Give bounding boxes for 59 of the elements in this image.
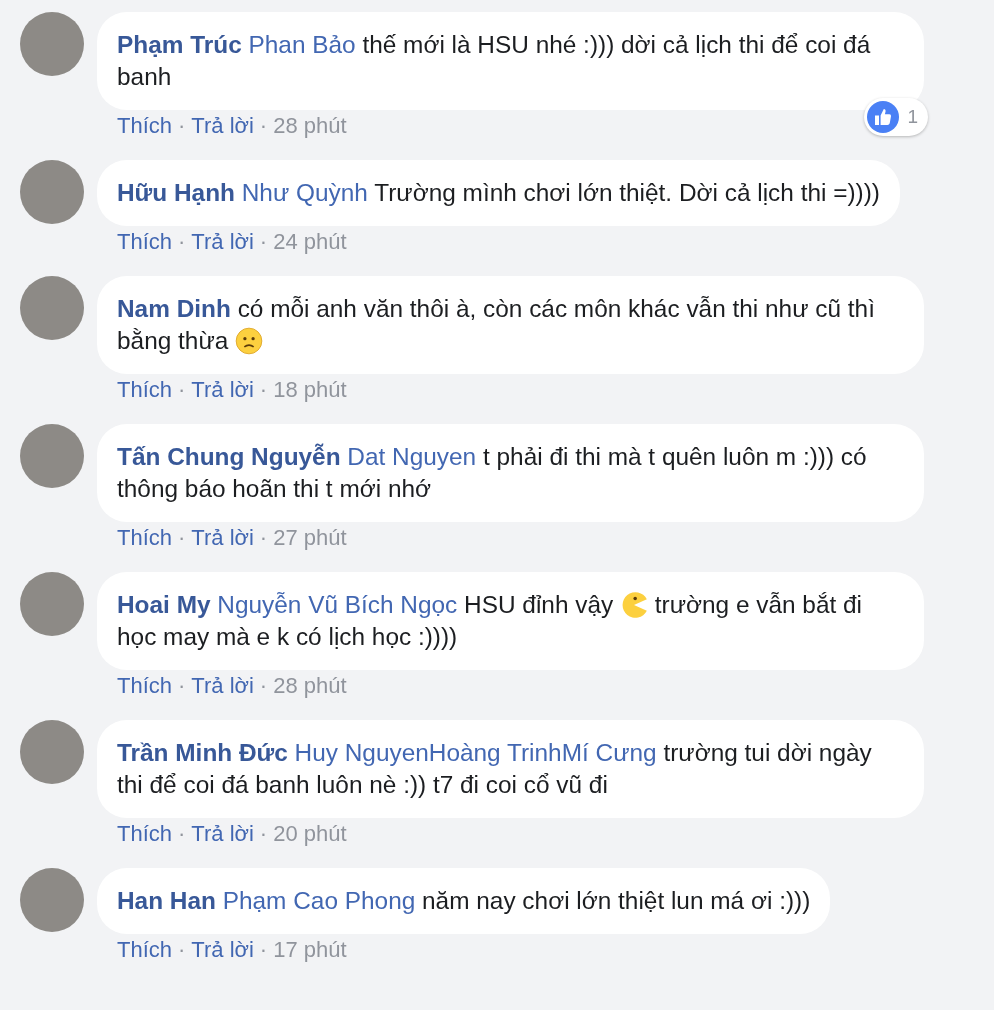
separator-dot: · bbox=[259, 112, 268, 140]
comment-time: 28 phút bbox=[273, 672, 347, 700]
separator-dot: · bbox=[178, 228, 186, 256]
separator-dot: · bbox=[259, 524, 268, 552]
author-link[interactable]: Nam Dinh bbox=[117, 295, 231, 322]
comment-action-link[interactable]: Trả lời bbox=[191, 818, 254, 850]
comment-action-link[interactable]: Thích bbox=[117, 522, 173, 554]
comment-action-link[interactable]: Thích bbox=[117, 374, 173, 406]
comment-time: 27 phút bbox=[273, 524, 347, 552]
comment-text: Hữu Hạnh Như Quỳnh Trường mình chơi lớn thiệt. Dời cả lịch thi =)))) bbox=[117, 178, 880, 208]
comment-action-link[interactable]: Thích bbox=[117, 934, 173, 966]
mention-link[interactable]: Nguyễn Vũ Bích Ngọc bbox=[217, 591, 458, 618]
separator-dot: · bbox=[178, 376, 186, 404]
separator-dot: · bbox=[178, 112, 186, 140]
author-link[interactable]: Hữu Hạnh bbox=[117, 179, 235, 206]
comment-time: 28 phút bbox=[273, 112, 347, 140]
comment-action-link[interactable]: Thích bbox=[117, 110, 173, 142]
comment-time: 20 phút bbox=[273, 820, 347, 848]
comment-text: Trần Minh Đức Huy NguyenHoàng TrinhMí Cưng trường tui dời ngày thi để coi đá banh luôn nè :)) t7 đi coi cổ vũ đi bbox=[117, 738, 873, 800]
comment-action-link[interactable]: Trả lời bbox=[191, 670, 254, 702]
author-link[interactable]: Tấn Chung Nguyễn bbox=[117, 443, 341, 470]
comment-action-link[interactable]: Trả lời bbox=[191, 226, 254, 258]
comment-action-link[interactable]: Thích bbox=[117, 226, 173, 258]
separator-dot: · bbox=[178, 936, 186, 964]
comment-action-link[interactable]: Trả lời bbox=[191, 374, 254, 406]
comment-text: Hoai My Nguyễn Vũ Bích Ngọc HSU đỉnh vậy trường e vẫn bắt đi học may mà e k có lịch học :)))) bbox=[117, 590, 863, 652]
comment-action-link[interactable]: Trả lời bbox=[191, 110, 254, 142]
reaction-badge[interactable]: 1 bbox=[864, 98, 928, 136]
author-link[interactable]: Han Han bbox=[117, 887, 216, 914]
comment-time: 17 phút bbox=[273, 936, 347, 964]
comment-action-link[interactable]: Thích bbox=[117, 818, 173, 850]
mention-link[interactable]: Huy NguyenHoàng TrinhMí Cưng bbox=[294, 739, 657, 766]
comment-text: Tấn Chung Nguyễn Dat Nguyen t phải đi thi mà t quên luôn m :))) có thông báo hoãn thi t mới nhớ bbox=[117, 442, 868, 504]
mention-link[interactable]: Dat Nguyen bbox=[347, 443, 477, 470]
author-link[interactable]: Phạm Trúc bbox=[117, 31, 242, 58]
author-link[interactable]: Hoai My bbox=[117, 591, 211, 618]
reaction-count: 1 bbox=[907, 106, 918, 128]
comment-time: 24 phút bbox=[273, 228, 347, 256]
comment-action-link[interactable]: Trả lời bbox=[191, 522, 254, 554]
separator-dot: · bbox=[259, 228, 268, 256]
comment-action-link[interactable]: Thích bbox=[117, 670, 173, 702]
comment-text: Han Han Phạm Cao Phong năm nay chơi lớn thiệt lun má ơi :))) bbox=[117, 886, 811, 916]
comment-time: 18 phút bbox=[273, 376, 347, 404]
comment-text: Phạm Trúc Phan Bảo thế mới là HSU nhé :))) dời cả lịch thi để coi đá banh bbox=[117, 30, 872, 92]
separator-dot: · bbox=[259, 376, 268, 404]
comment-action-link[interactable]: Trả lời bbox=[191, 934, 254, 966]
mention-link[interactable]: Phan Bảo bbox=[248, 31, 356, 58]
separator-dot: · bbox=[178, 524, 186, 552]
comment-text: Nam Dinh có mỗi anh văn thôi à, còn các môn khác vẫn thi như cũ thì bằng thừa bbox=[117, 294, 876, 357]
author-link[interactable]: Trần Minh Đức bbox=[117, 739, 288, 766]
separator-dot: · bbox=[259, 820, 268, 848]
separator-dot: · bbox=[178, 672, 186, 700]
thumbs-up-icon bbox=[867, 101, 900, 133]
mention-link[interactable]: Phạm Cao Phong bbox=[222, 887, 416, 914]
separator-dot: · bbox=[178, 820, 186, 848]
mention-link[interactable]: Như Quỳnh bbox=[241, 179, 368, 206]
worried-emoji-icon bbox=[235, 327, 264, 355]
separator-dot: · bbox=[259, 936, 268, 964]
separator-dot: · bbox=[259, 672, 268, 700]
